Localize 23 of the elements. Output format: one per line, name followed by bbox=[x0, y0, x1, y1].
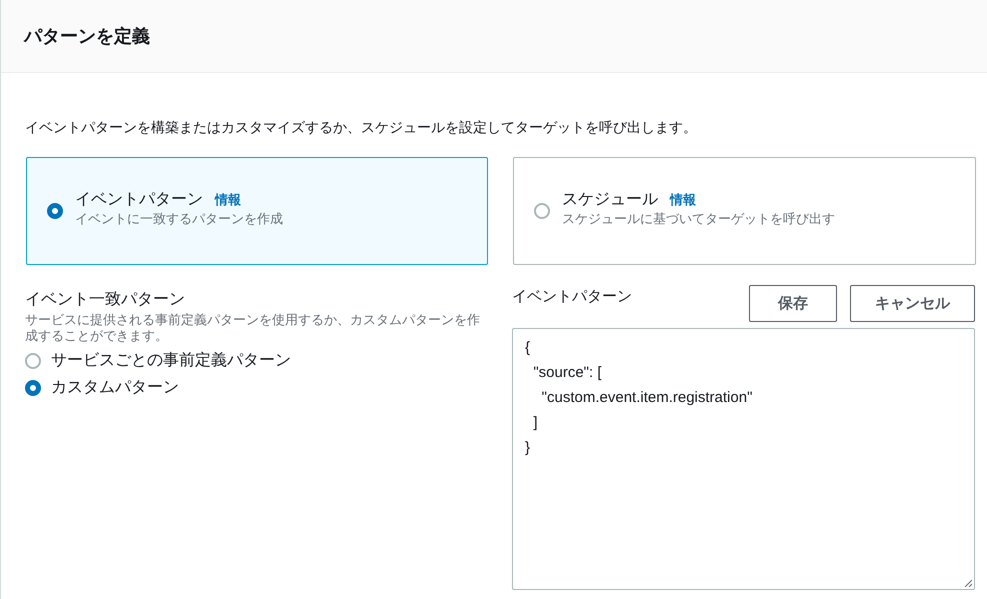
tile-label: スケジュール bbox=[562, 190, 658, 210]
tile-label: イベントパターン bbox=[75, 190, 203, 210]
option-tile[interactable]: イベントパターン 情報 イベントに一致するパターンを作成 bbox=[26, 157, 488, 265]
tile-description: イベントに一致するパターンを作成 bbox=[75, 210, 283, 228]
radio-label[interactable]: カスタムパターン bbox=[51, 377, 179, 398]
editor-label: イベントパターン bbox=[512, 287, 633, 306]
radio-label[interactable]: サービスごとの事前定義パターン bbox=[51, 350, 291, 371]
save-button[interactable]: 保存 bbox=[749, 285, 837, 322]
tile-description: スケジュールに基づいてターゲットを呼び出す bbox=[562, 210, 835, 228]
page-title: パターンを定義 bbox=[24, 25, 150, 48]
resize-grip-icon[interactable] bbox=[964, 579, 972, 587]
radio-button[interactable] bbox=[47, 203, 63, 219]
code-editor[interactable]: { "source": [ "custom.event.item.registration" ] } bbox=[512, 328, 975, 590]
radio-button[interactable] bbox=[25, 380, 41, 396]
info-link[interactable]: 情報 bbox=[670, 190, 696, 208]
cancel-button[interactable]: キャンセル bbox=[850, 285, 975, 322]
option-tile[interactable]: スケジュール 情報 スケジュールに基づいてターゲットを呼び出す bbox=[513, 157, 976, 265]
info-link[interactable]: 情報 bbox=[215, 190, 241, 208]
radio-button[interactable] bbox=[25, 352, 41, 368]
section-label: イベント一致パターン bbox=[25, 290, 186, 310]
section-description: サービスに提供される事前定義パターンを使用するか、カスタムパターンを作成することができます。 bbox=[25, 312, 481, 344]
description-text: イベントパターンを構築またはカスタマイズするか、スケジュールを設定してターゲットを呼び出します。 bbox=[25, 119, 698, 137]
radio-button[interactable] bbox=[534, 203, 550, 219]
